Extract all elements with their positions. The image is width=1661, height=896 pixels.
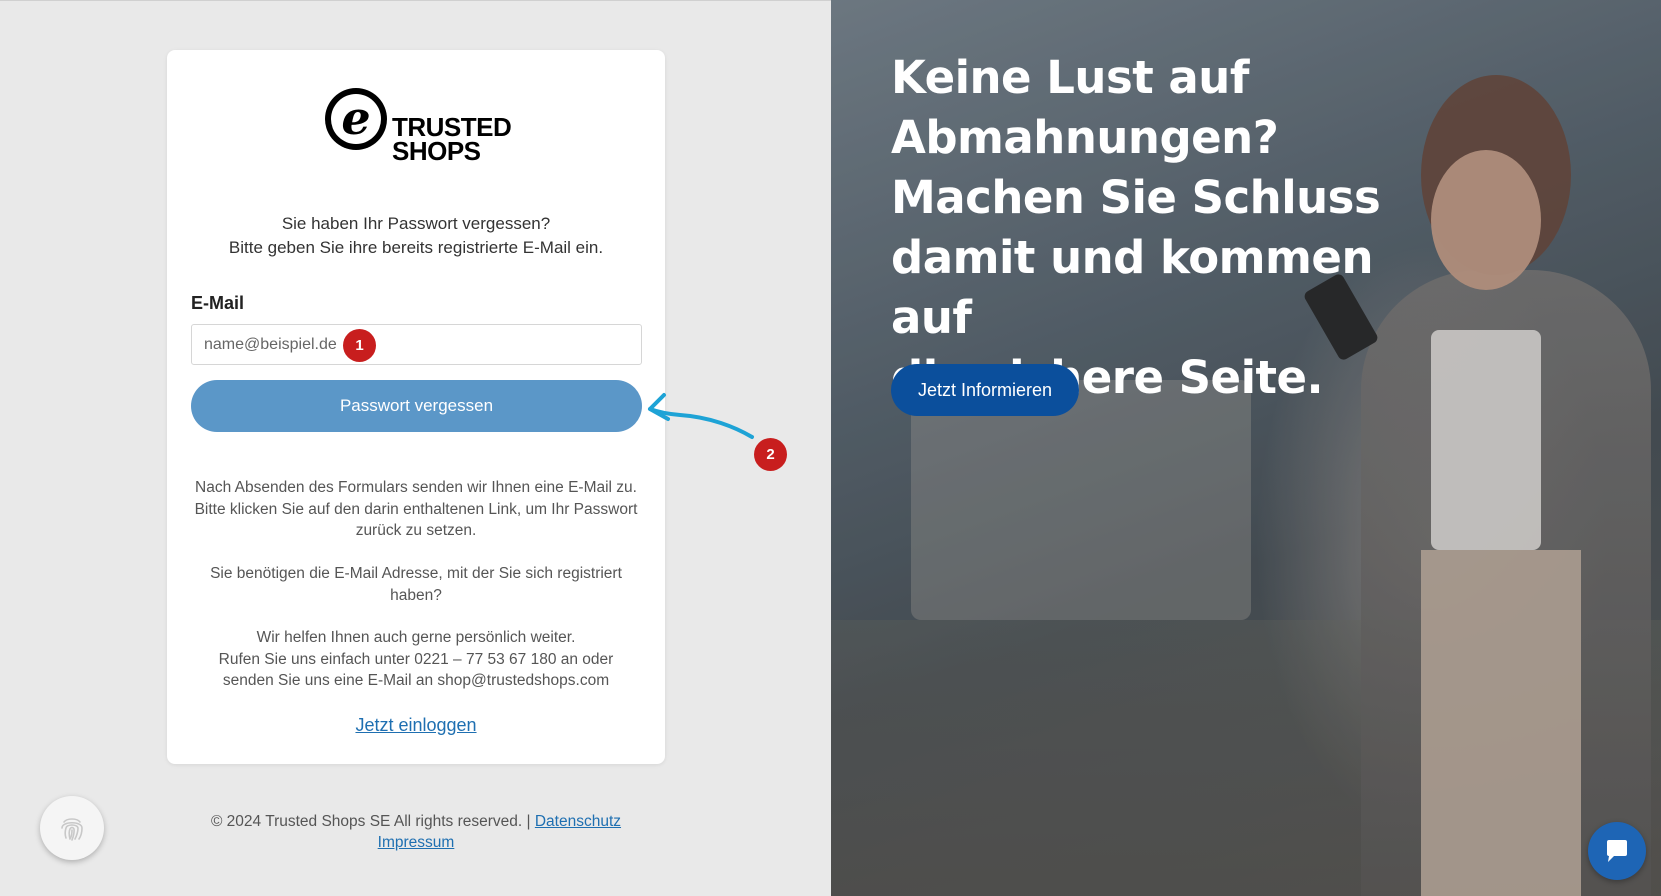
headline-line-3: Machen Sie Schluss	[891, 171, 1381, 224]
logo-line-2: SHOPS	[392, 136, 481, 166]
promo-headline: Keine Lust auf Abmahnungen? Machen Sie S…	[891, 48, 1451, 408]
headline-line-1: Keine Lust auf	[891, 51, 1249, 104]
password-reset-card: e TRUSTED SHOPS Sie haben Ihr Passwort v…	[167, 50, 665, 764]
chat-icon	[1607, 840, 1627, 862]
info-1-line-2: Bitte klicken Sie auf den darin enthalte…	[194, 500, 638, 518]
info-email-sent: Nach Absenden des Formulars senden wir I…	[187, 477, 645, 542]
footer-line-1: © 2024 Trusted Shops SE All rights reser…	[167, 811, 665, 832]
email-label: E-Mail	[191, 293, 245, 313]
info-3-line-1: Wir helfen Ihnen auch gerne persönlich w…	[256, 629, 576, 646]
info-email-required: Sie benötigen die E-Mail Adresse, mit de…	[187, 563, 645, 606]
imprint-link[interactable]: Impressum	[378, 834, 455, 851]
logo-wordmark: TRUSTED SHOPS	[392, 114, 512, 166]
annotation-arrow	[648, 393, 754, 439]
info-1-line-3: zurück zu setzen.	[355, 522, 477, 539]
annotation-marker-1: 1	[343, 329, 376, 362]
forgot-password-button[interactable]: Passwort vergessen	[191, 380, 642, 432]
headline-line-4: damit und kommen auf	[891, 231, 1374, 344]
footer: © 2024 Trusted Shops SE All rights reser…	[167, 811, 665, 853]
login-link[interactable]: Jetzt einloggen	[167, 715, 665, 736]
intro-line-1: Sie haben Ihr Passwort vergessen?	[281, 214, 551, 233]
logo-letter: e	[341, 91, 371, 145]
chat-button[interactable]	[1588, 822, 1646, 880]
intro-line-2: Bitte geben Sie ihre bereits registriert…	[228, 238, 604, 257]
info-2-line-1: Sie benötigen die E-Mail Adresse, mit de…	[210, 565, 622, 582]
intro-text: Sie haben Ihr Passwort vergessen? Bitte …	[167, 212, 665, 260]
annotation-marker-2: 2	[754, 438, 787, 471]
headline-line-2: Abmahnungen?	[891, 111, 1279, 164]
info-contact: Wir helfen Ihnen auch gerne persönlich w…	[187, 627, 645, 692]
info-3-line-2: Rufen Sie uns einfach unter 0221 – 77 53…	[218, 650, 614, 668]
fingerprint-button[interactable]	[40, 796, 104, 860]
more-info-button[interactable]: Jetzt Informieren	[891, 364, 1079, 416]
email-field[interactable]	[191, 324, 642, 365]
info-1-line-1: Nach Absenden des Formulars senden wir I…	[195, 479, 637, 496]
promo-panel: Keine Lust auf Abmahnungen? Machen Sie S…	[831, 0, 1661, 896]
info-3-line-3: senden Sie uns eine E-Mail an shop@trust…	[222, 672, 610, 689]
footer-line-2: Impressum	[167, 832, 665, 853]
copyright-text: © 2024 Trusted Shops SE All rights reser…	[210, 813, 531, 830]
info-2-line-2: haben?	[390, 586, 442, 604]
trusted-shops-logo: e TRUSTED SHOPS	[325, 88, 515, 168]
privacy-link[interactable]: Datenschutz	[535, 813, 621, 830]
fingerprint-icon	[61, 818, 83, 841]
login-panel: e TRUSTED SHOPS Sie haben Ihr Passwort v…	[0, 0, 831, 896]
